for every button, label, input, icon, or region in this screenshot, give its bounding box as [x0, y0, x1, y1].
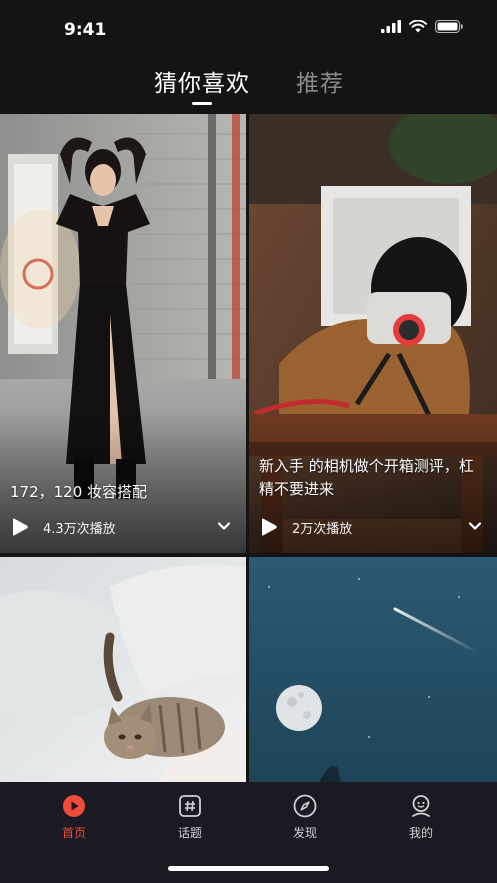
play-circle-icon: [63, 795, 85, 817]
tabbar-item-me[interactable]: 我的: [381, 794, 461, 841]
tabbar-label: 话题: [177, 826, 202, 840]
tabbar-label: 发现: [292, 826, 317, 840]
tabbar-item-discover[interactable]: 发现: [265, 794, 345, 841]
video-meta: 2万次播放: [259, 516, 483, 538]
status-time: 9:41: [64, 20, 107, 40]
play-count-icon: [262, 518, 277, 536]
wifi-icon: [409, 20, 427, 33]
card-thumbnail-moon-night: [249, 557, 497, 782]
video-caption: 172，120 妆容搭配: [10, 483, 148, 501]
video-grid: 172，120 妆容搭配 4.3万次播放 新入手 的相机做个开箱测评，杠精不要进…: [0, 114, 497, 782]
tab-guess-you-like[interactable]: 猜你喜欢: [154, 64, 250, 98]
video-card[interactable]: 172，120 妆容搭配 4.3万次播放: [0, 114, 246, 553]
status-icons: [381, 20, 463, 33]
card-thumbnail-cat: [0, 557, 246, 782]
play-count: 2万次播放: [292, 521, 353, 537]
tab-recommend[interactable]: 推荐: [296, 64, 344, 98]
top-tabs: 猜你喜欢 推荐: [0, 58, 497, 114]
tabbar-label: 首页: [61, 826, 86, 840]
home-indicator: [168, 866, 329, 871]
video-meta: 4.3万次播放: [10, 516, 232, 538]
video-card[interactable]: 新入手 的相机做个开箱测评，杠精不要进来 2万次播放: [249, 114, 497, 553]
hashtag-icon: [179, 795, 201, 817]
play-count-icon: [13, 518, 28, 536]
play-count: 4.3万次播放: [43, 521, 116, 537]
tab-indicator: [192, 102, 212, 105]
status-bar: 9:41: [0, 0, 497, 60]
battery-icon: [435, 20, 463, 33]
chevron-down-icon[interactable]: [216, 518, 232, 534]
video-card[interactable]: [249, 557, 497, 782]
tabbar-label: 我的: [408, 826, 433, 840]
tabbar-item-home[interactable]: 首页: [34, 794, 114, 841]
tabbar-item-topics[interactable]: 话题: [150, 794, 230, 841]
video-card[interactable]: [0, 557, 246, 782]
video-caption: 新入手 的相机做个开箱测评，杠精不要进来: [259, 457, 474, 498]
signal-icon: [381, 20, 401, 33]
compass-icon: [293, 794, 317, 818]
chevron-down-icon[interactable]: [467, 518, 483, 534]
user-icon: [412, 795, 430, 817]
